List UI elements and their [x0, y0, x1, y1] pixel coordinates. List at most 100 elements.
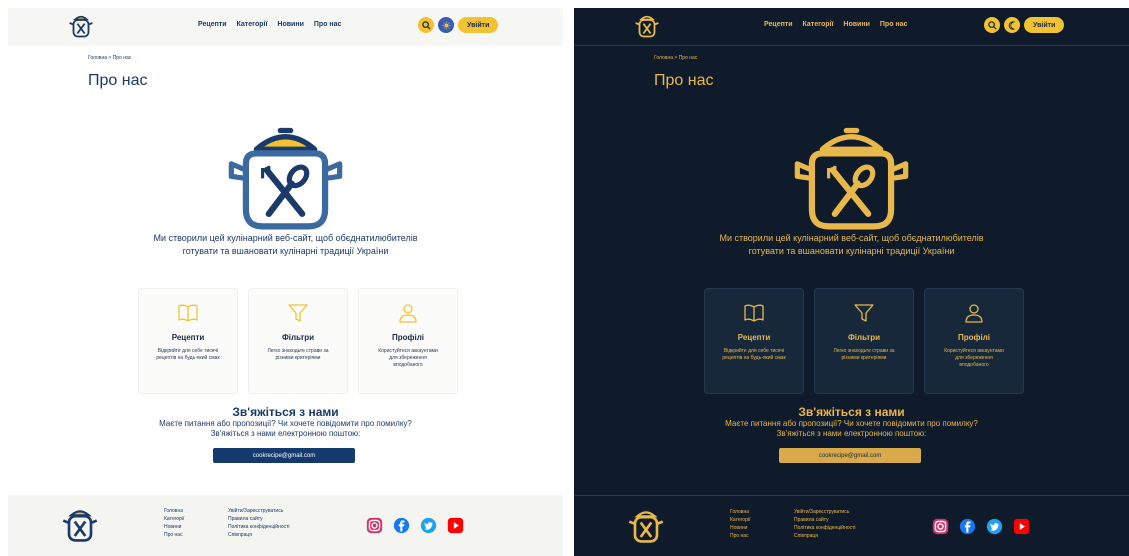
footer-links-main: Головна Категорії Новини Про нас [730, 508, 750, 540]
footer-links-secondary: Увійти/Зареєструватись Правила сайту Пол… [794, 508, 856, 540]
footer-link-privacy[interactable]: Політика конфіденційності [228, 523, 290, 531]
footer-link-login[interactable]: Увійти/Зареєструватись [228, 507, 290, 515]
youtube-icon[interactable] [447, 517, 464, 534]
card-desc: Легко знаходьте страви за різними критер… [267, 348, 329, 361]
footer: Головна Категорії Новини Про нас Увійти/… [574, 495, 1129, 556]
book-icon [744, 304, 764, 322]
footer-logo-icon[interactable] [624, 504, 668, 548]
card-desc: Легко знаходьте страви за різними критер… [833, 348, 895, 361]
email-button[interactable]: cookrecipe@gmail.com [213, 448, 355, 463]
footer-link-categories[interactable]: Категорії [164, 515, 184, 523]
footer-link-privacy[interactable]: Політика конфіденційності [794, 524, 856, 532]
feature-cards: Рецепти Відкрийте для себе тисячі рецепт… [704, 288, 1024, 394]
twitter-icon[interactable] [986, 518, 1003, 535]
login-button[interactable]: Увійти [458, 17, 499, 33]
nav-news[interactable]: Новини [843, 21, 869, 28]
feature-card-recipes: Рецепти Відкрийте для себе тисячі рецепт… [138, 288, 238, 394]
feature-card-filters: Фільтри Легко знаходьте страви за різним… [814, 288, 914, 394]
footer-link-home[interactable]: Головна [730, 508, 750, 516]
breadcrumb[interactable]: Головна > Про нас [654, 55, 697, 61]
user-icon [399, 304, 417, 323]
footer-link-cooperation[interactable]: Співпраця [794, 532, 856, 540]
nav-about[interactable]: Про нас [314, 21, 342, 28]
contact-text: Маєте питання або пропозиції? Чи хочете … [159, 419, 412, 438]
login-button[interactable]: Увійти [1024, 17, 1065, 33]
feature-cards: Рецепти Відкрийте для себе тисячі рецепт… [138, 288, 458, 394]
facebook-icon[interactable] [959, 518, 976, 535]
card-desc: Відкрийте для себе тисячі рецептів на бу… [156, 348, 220, 361]
header: Рецепти Категорії Новини Про нас Увійти [8, 8, 563, 46]
user-icon [965, 304, 983, 323]
instagram-icon[interactable] [366, 517, 383, 534]
nav-about[interactable]: Про нас [880, 21, 908, 28]
page-title: Про нас [654, 72, 714, 89]
search-icon [987, 20, 997, 30]
book-icon [178, 304, 198, 322]
instagram-icon[interactable] [932, 518, 949, 535]
light-theme-page: Рецепти Категорії Новини Про нас Увійти … [8, 8, 563, 556]
twitter-icon[interactable] [420, 517, 437, 534]
footer-logo-icon[interactable] [58, 503, 102, 547]
social-links [932, 518, 1030, 535]
footer-link-news[interactable]: Новини [164, 523, 184, 531]
card-title: Профілі [957, 333, 991, 342]
main-nav: Рецепти Категорії Новини Про нас [764, 21, 907, 28]
logo-icon[interactable] [66, 11, 96, 41]
card-title: Рецепти [737, 333, 771, 342]
contact-heading: Зв'яжіться з нами [232, 405, 339, 419]
card-desc: Користуйтеся аккаунтами для збереження в… [378, 348, 438, 368]
search-icon [421, 20, 431, 30]
footer-link-categories[interactable]: Категорії [730, 516, 750, 524]
email-button[interactable]: cookrecipe@gmail.com [779, 448, 921, 463]
footer-link-login[interactable]: Увійти/Зареєструватись [794, 508, 856, 516]
footer-link-home[interactable]: Головна [164, 507, 184, 515]
main-nav: Рецепти Категорії Новини Про нас [198, 21, 341, 28]
footer-links-main: Головна Категорії Новини Про нас [164, 507, 184, 539]
footer-link-about[interactable]: Про нас [164, 531, 184, 539]
breadcrumb[interactable]: Головна > Про нас [88, 55, 131, 61]
pot-illustration-icon [228, 127, 343, 230]
intro-text: Ми створили цей кулінарний веб-сайт, щоб… [719, 233, 984, 256]
footer: Головна Категорії Новини Про нас Увійти/… [8, 495, 563, 556]
header-actions: Увійти [984, 17, 1065, 33]
footer-links-secondary: Увійти/Зареєструватись Правила сайту Пол… [228, 507, 290, 539]
logo-icon[interactable] [632, 11, 662, 41]
nav-recipes[interactable]: Рецепти [198, 21, 227, 28]
feature-card-profiles: Профілі Користуйтеся аккаунтами для збер… [924, 288, 1024, 394]
feature-card-recipes: Рецепти Відкрийте для себе тисячі рецепт… [704, 288, 804, 394]
footer-link-rules[interactable]: Правила сайту [794, 516, 856, 524]
footer-link-rules[interactable]: Правила сайту [228, 515, 290, 523]
card-title: Рецепти [171, 333, 205, 342]
theme-toggle-button[interactable] [438, 17, 454, 33]
card-desc: Відкрийте для себе тисячі рецептів на бу… [722, 348, 786, 361]
search-button[interactable] [418, 17, 434, 33]
card-title: Фільтри [847, 333, 881, 342]
nav-recipes[interactable]: Рецепти [764, 21, 793, 28]
dark-theme-page: Рецепти Категорії Новини Про нас Увійти … [574, 8, 1129, 556]
theme-toggle-button[interactable] [1004, 17, 1020, 33]
pot-illustration-icon [794, 127, 909, 230]
nav-news[interactable]: Новини [277, 21, 303, 28]
card-title: Фільтри [281, 333, 315, 342]
nav-categories[interactable]: Категорії [803, 21, 834, 28]
header-actions: Увійти [418, 17, 499, 33]
intro-text: Ми створили цей кулінарний веб-сайт, щоб… [153, 233, 418, 256]
social-links [366, 517, 464, 534]
header: Рецепти Категорії Новини Про нас Увійти [574, 8, 1129, 46]
youtube-icon[interactable] [1013, 518, 1030, 535]
filter-icon [288, 304, 308, 322]
facebook-icon[interactable] [393, 517, 410, 534]
feature-card-filters: Фільтри Легко знаходьте страви за різним… [248, 288, 348, 394]
footer-link-about[interactable]: Про нас [730, 532, 750, 540]
sun-icon [441, 20, 451, 30]
footer-link-news[interactable]: Новини [730, 524, 750, 532]
contact-text: Маєте питання або пропозиції? Чи хочете … [725, 419, 978, 438]
card-title: Профілі [391, 333, 425, 342]
feature-card-profiles: Профілі Користуйтеся аккаунтами для збер… [358, 288, 458, 394]
footer-link-cooperation[interactable]: Співпраця [228, 531, 290, 539]
search-button[interactable] [984, 17, 1000, 33]
page-title: Про нас [88, 72, 148, 89]
nav-categories[interactable]: Категорії [237, 21, 268, 28]
filter-icon [854, 304, 874, 322]
contact-heading: Зв'яжіться з нами [798, 405, 905, 419]
